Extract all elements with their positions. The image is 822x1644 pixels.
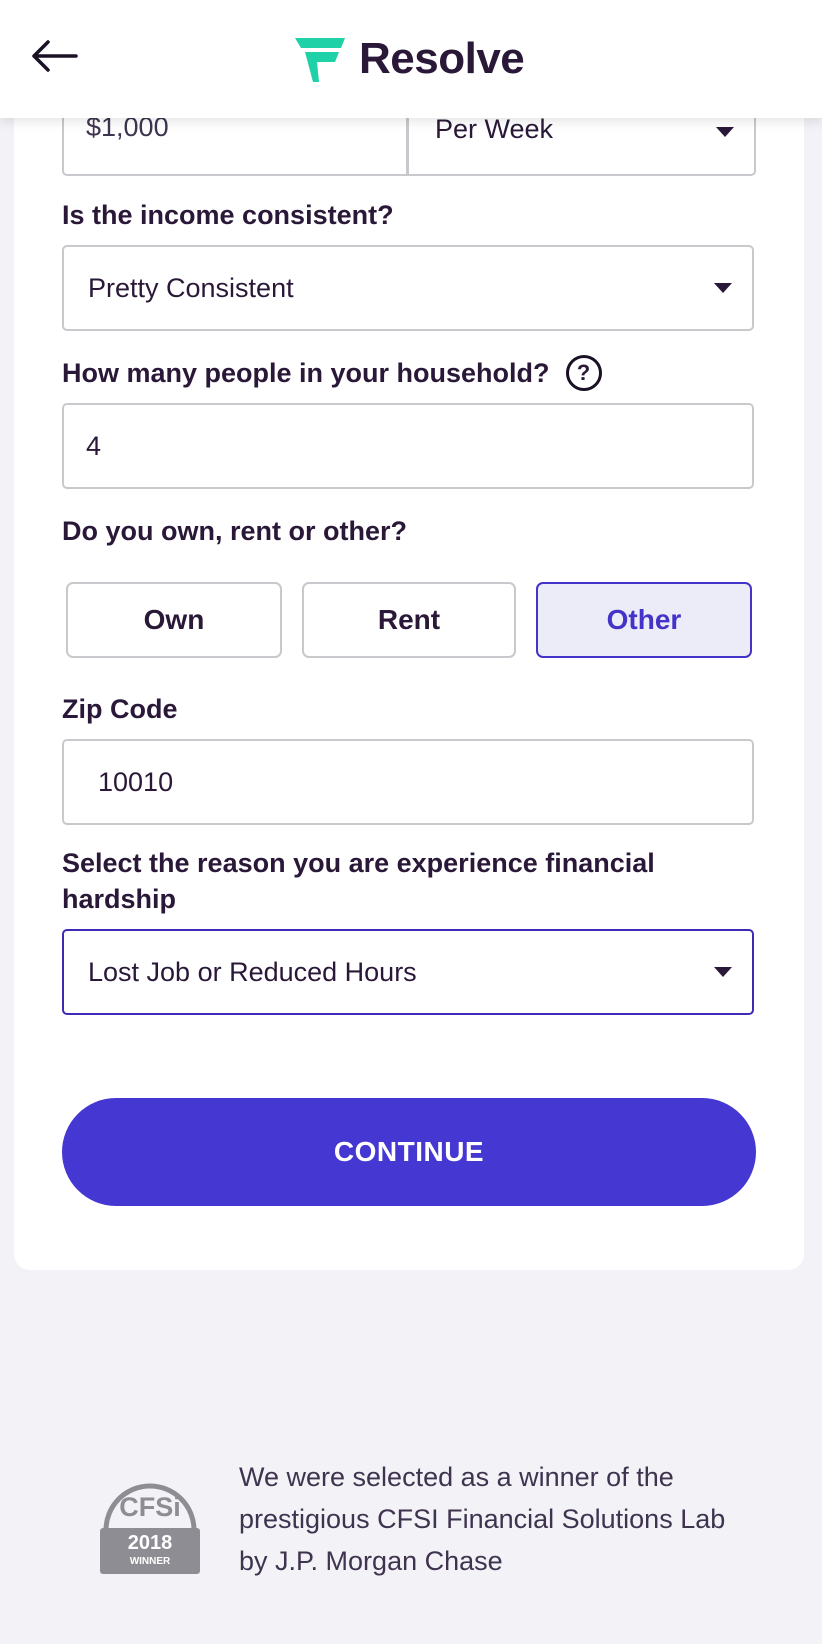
zip-input[interactable]: 10010 <box>62 739 754 825</box>
consistency-value: Pretty Consistent <box>88 272 294 303</box>
continue-label: CONTINUE <box>333 1136 485 1167</box>
badge-name: CFSi <box>119 1492 181 1522</box>
housing-option-label: Other <box>606 604 682 635</box>
cfsi-winner-badge: CFSi 2018 WINNER <box>98 1470 202 1574</box>
consistency-select[interactable]: Pretty Consistent <box>62 245 754 331</box>
arrow-left-icon <box>32 40 78 72</box>
housing-option-rent[interactable]: Rent <box>302 582 516 658</box>
badge-year: 2018 <box>127 1532 173 1554</box>
resolve-logo-icon <box>295 38 345 82</box>
logo-text: Resolve <box>359 34 525 83</box>
housing-option-label: Own <box>143 604 205 635</box>
housing-option-own[interactable]: Own <box>66 582 282 658</box>
help-icon[interactable]: ? <box>565 355 602 391</box>
footer-award-text: We were selected as a winner of the pres… <box>239 1462 726 1576</box>
consistency-label: Is the income consistent? <box>62 200 394 230</box>
hardship-value: Lost Job or Reduced Hours <box>88 956 417 987</box>
zip-label: Zip Code <box>62 694 178 724</box>
housing-option-label: Rent <box>377 604 441 635</box>
chevron-down-icon <box>714 967 732 977</box>
household-label: How many people in your household? ? <box>62 355 602 391</box>
household-value: 4 <box>86 430 102 461</box>
household-label-text: How many people in your household? <box>62 358 550 388</box>
zip-value: 10010 <box>98 766 174 797</box>
chevron-down-icon <box>716 127 734 137</box>
housing-label: Do you own, rent or other? <box>62 516 407 546</box>
household-input[interactable]: 4 <box>62 403 754 489</box>
income-frequency-value: Per Week <box>435 114 554 144</box>
continue-button[interactable]: CONTINUE <box>62 1098 756 1206</box>
resolve-logo: Resolve <box>293 34 525 84</box>
hardship-select[interactable]: Lost Job or Reduced Hours <box>62 929 754 1015</box>
badge-caption: WINNER <box>129 1556 171 1567</box>
chevron-down-icon <box>714 283 732 293</box>
top-bar: Resolve <box>0 0 822 118</box>
housing-option-other[interactable]: Other <box>536 582 752 658</box>
hardship-label: Select the reason you are experience fin… <box>62 848 655 914</box>
back-button[interactable] <box>28 36 82 76</box>
